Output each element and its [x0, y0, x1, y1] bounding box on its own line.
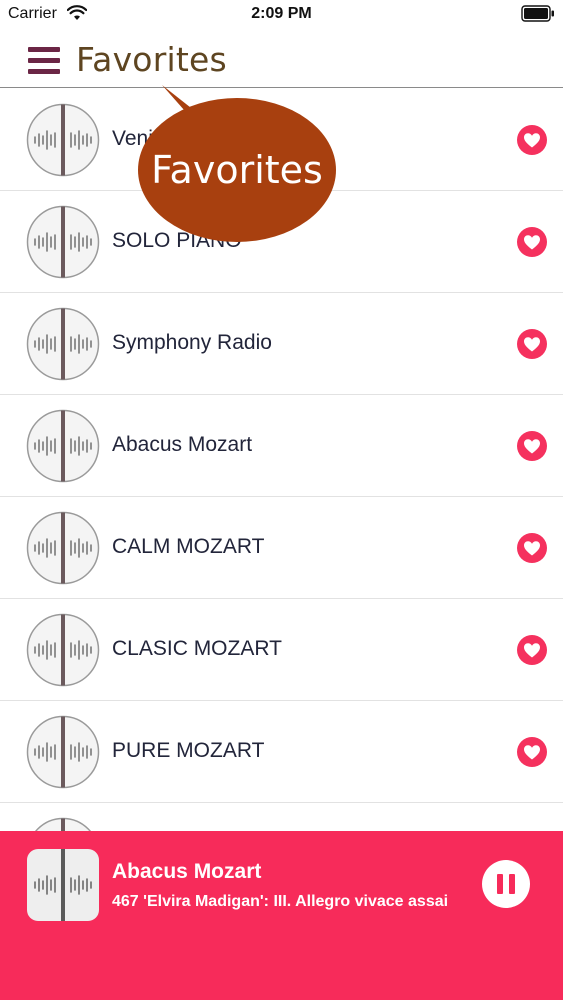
station-name: CLASIC MOZART: [112, 637, 282, 660]
radio-station-icon: [26, 205, 100, 279]
tooltip-label: Favorites: [151, 148, 323, 192]
status-bar: Carrier 2:09 PM: [0, 0, 563, 30]
favorite-heart-icon[interactable]: [516, 328, 548, 360]
radio-station-icon: [26, 409, 100, 483]
station-list[interactable]: Venice Classic Radio SOLO PIANO Symphony…: [0, 89, 563, 831]
now-playing-track: 467 'Elvira Madigan': III. Allegro vivac…: [112, 893, 449, 910]
radio-station-icon: [26, 715, 100, 789]
pause-button[interactable]: [482, 860, 530, 908]
battery-icon: [521, 5, 554, 22]
now-playing-station: Abacus Mozart: [112, 860, 262, 883]
station-row-5[interactable]: CALM MOZART: [0, 497, 563, 599]
page-title: Favorites: [76, 40, 227, 79]
radio-station-icon: [26, 103, 100, 177]
station-name: PURE MOZART: [112, 739, 265, 762]
station-row-4[interactable]: Abacus Mozart: [0, 395, 563, 497]
station-row-7[interactable]: PURE MOZART: [0, 701, 563, 803]
station-row-3[interactable]: Symphony Radio: [0, 293, 563, 395]
station-name: Symphony Radio: [112, 331, 272, 354]
favorite-heart-icon[interactable]: [516, 532, 548, 564]
pause-icon: [497, 874, 503, 894]
station-name: SOLO PIANO: [112, 229, 242, 252]
station-name: CALM MOZART: [112, 535, 265, 558]
radio-station-icon: [26, 307, 100, 381]
status-time: 2:09 PM: [251, 5, 312, 22]
favorite-heart-icon[interactable]: [516, 124, 548, 156]
station-name: Abacus Mozart: [112, 433, 253, 456]
station-row-8[interactable]: [0, 803, 563, 831]
station-row-6[interactable]: CLASIC MOZART: [0, 599, 563, 701]
radio-station-icon: [26, 511, 100, 585]
favorite-heart-icon[interactable]: [516, 430, 548, 462]
now-playing-bar[interactable]: Abacus Mozart 467 'Elvira Madigan': III.…: [0, 831, 563, 1000]
radio-station-icon: [34, 817, 92, 831]
hamburger-menu-icon[interactable]: [28, 47, 60, 75]
favorite-heart-icon[interactable]: [516, 736, 548, 768]
header-bar: Favorites: [0, 30, 563, 88]
favorite-heart-icon[interactable]: [516, 226, 548, 258]
now-playing-art-icon: [27, 849, 99, 921]
station-row-2[interactable]: SOLO PIANO: [0, 191, 563, 293]
radio-station-icon: [26, 613, 100, 687]
favorite-heart-icon[interactable]: [516, 634, 548, 666]
